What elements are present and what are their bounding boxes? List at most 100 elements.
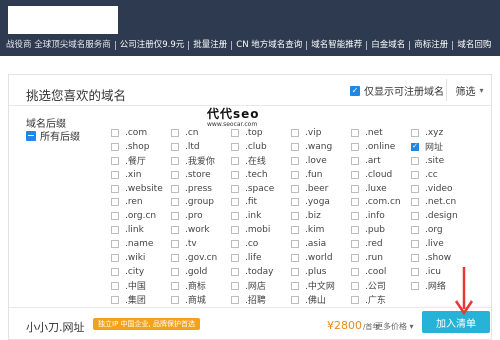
topnav-link-platinum[interactable]: 白金域名	[367, 40, 411, 50]
checkbox-icon[interactable]	[291, 212, 299, 221]
suffix-option[interactable]: .net.cn	[411, 195, 471, 209]
suffix-option[interactable]: .yoga	[291, 195, 351, 209]
checkbox-icon[interactable]	[411, 198, 419, 207]
suffix-option[interactable]: .在线	[231, 154, 291, 168]
checkbox-icon[interactable]	[291, 142, 299, 151]
checkbox-icon[interactable]	[231, 281, 239, 290]
suffix-option[interactable]: .mobi	[231, 223, 291, 237]
topnav-link-cn-domain[interactable]: CN 地方域名查询	[232, 40, 308, 50]
suffix-option[interactable]: .world	[291, 251, 351, 265]
suffix-option[interactable]: .website	[111, 182, 171, 196]
suffix-option[interactable]: .video	[411, 182, 471, 196]
checkbox-icon[interactable]	[111, 142, 119, 151]
suffix-option[interactable]: .com.cn	[351, 195, 411, 209]
suffix-option[interactable]: .广东	[351, 293, 411, 307]
suffix-option[interactable]: .work	[171, 223, 231, 237]
suffix-option[interactable]: .网店	[231, 279, 291, 293]
checkbox-icon[interactable]	[411, 128, 419, 137]
checkbox-icon[interactable]	[351, 295, 359, 304]
suffix-option[interactable]: .red	[351, 237, 411, 251]
suffix-option[interactable]: .org.cn	[111, 209, 171, 223]
checkbox-icon[interactable]	[291, 198, 299, 207]
checkbox-icon[interactable]	[291, 184, 299, 193]
only-registrable-toggle[interactable]: ✓ 仅显示可注册域名	[350, 83, 444, 98]
checkbox-icon[interactable]	[351, 212, 359, 221]
checkbox-icon[interactable]	[351, 253, 359, 262]
topnav-link-buyback[interactable]: 域名回购	[453, 40, 495, 50]
checkbox-icon[interactable]	[231, 267, 239, 276]
checkbox-icon[interactable]	[231, 253, 239, 262]
suffix-option[interactable]: .run	[351, 251, 411, 265]
checkbox-icon[interactable]	[111, 128, 119, 137]
checkbox-icon[interactable]	[411, 156, 419, 165]
suffix-option[interactable]: .top	[231, 126, 291, 140]
suffix-option[interactable]: .中文网	[291, 279, 351, 293]
suffix-option[interactable]: .show	[411, 251, 471, 265]
checkbox-icon[interactable]	[411, 170, 419, 179]
checkbox-icon[interactable]	[231, 128, 239, 137]
checkbox-icon[interactable]	[171, 212, 179, 221]
checkbox-icon[interactable]	[111, 267, 119, 276]
checkbox-icon[interactable]	[351, 156, 359, 165]
checkbox-icon[interactable]	[291, 281, 299, 290]
checkbox-icon[interactable]	[351, 281, 359, 290]
topnav-link-trademark[interactable]: 商标注册	[410, 40, 454, 50]
checkbox-icon[interactable]	[111, 295, 119, 304]
suffix-option[interactable]: .shop	[111, 140, 171, 154]
checkbox-checked-icon[interactable]: ✓	[350, 85, 360, 96]
more-price-dropdown[interactable]: 更多价格 ▾	[375, 321, 414, 332]
suffix-option[interactable]: .luxe	[351, 182, 411, 196]
suffix-option[interactable]: ✓ 网址	[411, 140, 471, 154]
checkbox-icon[interactable]	[171, 170, 179, 179]
checkbox-icon[interactable]	[111, 253, 119, 262]
suffix-option[interactable]: .ink	[231, 209, 291, 223]
suffix-option[interactable]: .asia	[291, 237, 351, 251]
suffix-option[interactable]: .gov.cn	[171, 251, 231, 265]
suffix-option[interactable]: .集团	[111, 293, 171, 307]
checkbox-icon[interactable]	[351, 128, 359, 137]
checkbox-icon[interactable]	[291, 295, 299, 304]
checkbox-icon[interactable]	[111, 226, 119, 235]
topnav-link-bulk-reg[interactable]: 批量注册	[189, 40, 233, 50]
suffix-option[interactable]: .live	[411, 237, 471, 251]
suffix-option[interactable]: .online	[351, 140, 411, 154]
suffix-option[interactable]: .design	[411, 209, 471, 223]
suffix-option[interactable]: .商标	[171, 279, 231, 293]
checkbox-icon[interactable]	[231, 170, 239, 179]
suffix-option[interactable]: .beer	[291, 182, 351, 196]
checkbox-icon[interactable]	[291, 240, 299, 249]
topnav-link-smart-recommend[interactable]: 域名智能推荐	[307, 40, 368, 50]
checkbox-icon[interactable]	[351, 240, 359, 249]
suffix-option[interactable]: .today	[231, 265, 291, 279]
suffix-option[interactable]: .store	[171, 168, 231, 182]
suffix-option[interactable]: .wang	[291, 140, 351, 154]
checkbox-icon[interactable]	[291, 226, 299, 235]
suffix-option[interactable]: .plus	[291, 265, 351, 279]
checkbox-icon[interactable]	[171, 142, 179, 151]
checkbox-indeterminate-icon[interactable]	[26, 130, 36, 141]
suffix-option[interactable]: .wiki	[111, 251, 171, 265]
suffix-option[interactable]: .link	[111, 223, 171, 237]
suffix-option[interactable]: .life	[231, 251, 291, 265]
checkbox-icon[interactable]	[171, 240, 179, 249]
checkbox-icon[interactable]	[171, 156, 179, 165]
suffix-option[interactable]: .餐厅	[111, 154, 171, 168]
checkbox-icon[interactable]	[111, 281, 119, 290]
suffix-option[interactable]: .com	[111, 126, 171, 140]
checkbox-icon[interactable]	[231, 226, 239, 235]
checkbox-icon[interactable]	[231, 240, 239, 249]
checkbox-icon[interactable]	[171, 281, 179, 290]
suffix-option[interactable]: .info	[351, 209, 411, 223]
checkbox-icon[interactable]	[291, 170, 299, 179]
suffix-option[interactable]: .site	[411, 154, 471, 168]
suffix-option[interactable]: .ren	[111, 195, 171, 209]
suffix-option[interactable]: .vip	[291, 126, 351, 140]
suffix-option[interactable]: .佛山	[291, 293, 351, 307]
checkbox-icon[interactable]	[411, 281, 419, 290]
suffix-option[interactable]: .group	[171, 195, 231, 209]
suffix-option[interactable]: .tech	[231, 168, 291, 182]
suffix-option[interactable]: .pro	[171, 209, 231, 223]
checkbox-icon[interactable]	[171, 198, 179, 207]
suffix-option[interactable]: .kim	[291, 223, 351, 237]
suffix-option[interactable]: .tv	[171, 237, 231, 251]
